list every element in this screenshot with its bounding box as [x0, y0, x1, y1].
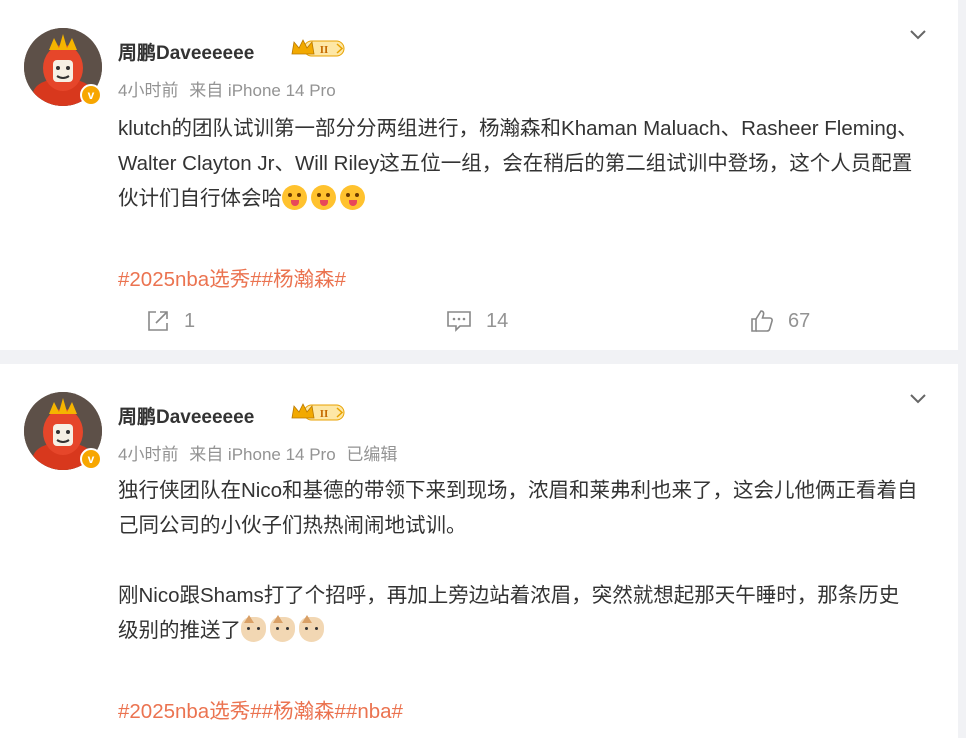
tongue-emoji-icon — [282, 185, 307, 210]
post-card: v 周鹏Daveeeeee II 4小时前 来自 iPhone 14 Pro 已… — [0, 364, 958, 738]
chevron-down-icon[interactable] — [908, 24, 928, 44]
tongue-emoji-icon — [311, 185, 336, 210]
post-source: 来自 iPhone 14 Pro — [189, 445, 336, 464]
vip-crown-icon: II — [291, 403, 345, 421]
like-button[interactable]: 67 — [750, 306, 810, 336]
vip-crown-icon: II — [291, 39, 345, 57]
chevron-down-icon[interactable] — [908, 388, 928, 408]
svg-text:II: II — [320, 408, 329, 420]
comment-count: 14 — [486, 309, 509, 332]
post-paragraph: 独行侠团队在Nico和基德的带领下来到现场，浓眉和莱弗利也来了，这会儿他俩正看着… — [118, 479, 918, 537]
author-name[interactable]: 周鹏Daveeeeee — [118, 38, 254, 65]
thumbs-up-icon — [751, 310, 773, 332]
post-paragraph: 刚Nico跟Shams打了个招呼，再加上旁边站着浓眉，突然就想起那天午睡时，那条… — [118, 584, 900, 642]
cat-emoji-icon — [241, 615, 266, 642]
repost-count: 1 — [184, 309, 196, 332]
comment-button[interactable]: 14 — [446, 306, 508, 336]
hashtag-links[interactable]: #2025nba选秀##杨瀚森# — [118, 262, 346, 292]
post-time[interactable]: 4小时前 — [118, 445, 178, 464]
post-paragraph: klutch的团队试训第一部分分两组进行，杨瀚森和Khaman Maluach、… — [118, 117, 918, 210]
verified-badge-icon: v — [80, 448, 102, 470]
post-text: klutch的团队试训第一部分分两组进行，杨瀚森和Khaman Maluach、… — [118, 111, 918, 216]
repost-button[interactable]: 1 — [146, 306, 195, 336]
post-card: v 周鹏Daveeeeee II 4小时前 来自 iPhone 14 Pro k… — [0, 0, 958, 350]
hashtag-links[interactable]: #2025nba选秀##杨瀚森##nba# — [118, 694, 403, 724]
post-text: 独行侠团队在Nico和基德的带领下来到现场，浓眉和莱弗利也来了，这会儿他俩正看着… — [118, 473, 918, 648]
verified-badge-icon: v — [80, 84, 102, 106]
author-name[interactable]: 周鹏Daveeeeee — [118, 402, 254, 429]
cat-emoji-icon — [270, 615, 295, 642]
edited-label[interactable]: 已编辑 — [346, 445, 397, 464]
like-count: 67 — [788, 309, 811, 332]
repost-icon — [148, 311, 168, 331]
post-meta: 4小时前 来自 iPhone 14 Pro — [118, 76, 336, 101]
cat-emoji-icon — [299, 615, 324, 642]
post-source: 来自 iPhone 14 Pro — [189, 81, 336, 100]
comment-icon — [447, 311, 471, 332]
post-meta: 4小时前 来自 iPhone 14 Pro 已编辑 — [118, 440, 397, 465]
post-time[interactable]: 4小时前 — [118, 81, 178, 100]
tongue-emoji-icon — [340, 185, 365, 210]
svg-text:II: II — [320, 44, 329, 56]
